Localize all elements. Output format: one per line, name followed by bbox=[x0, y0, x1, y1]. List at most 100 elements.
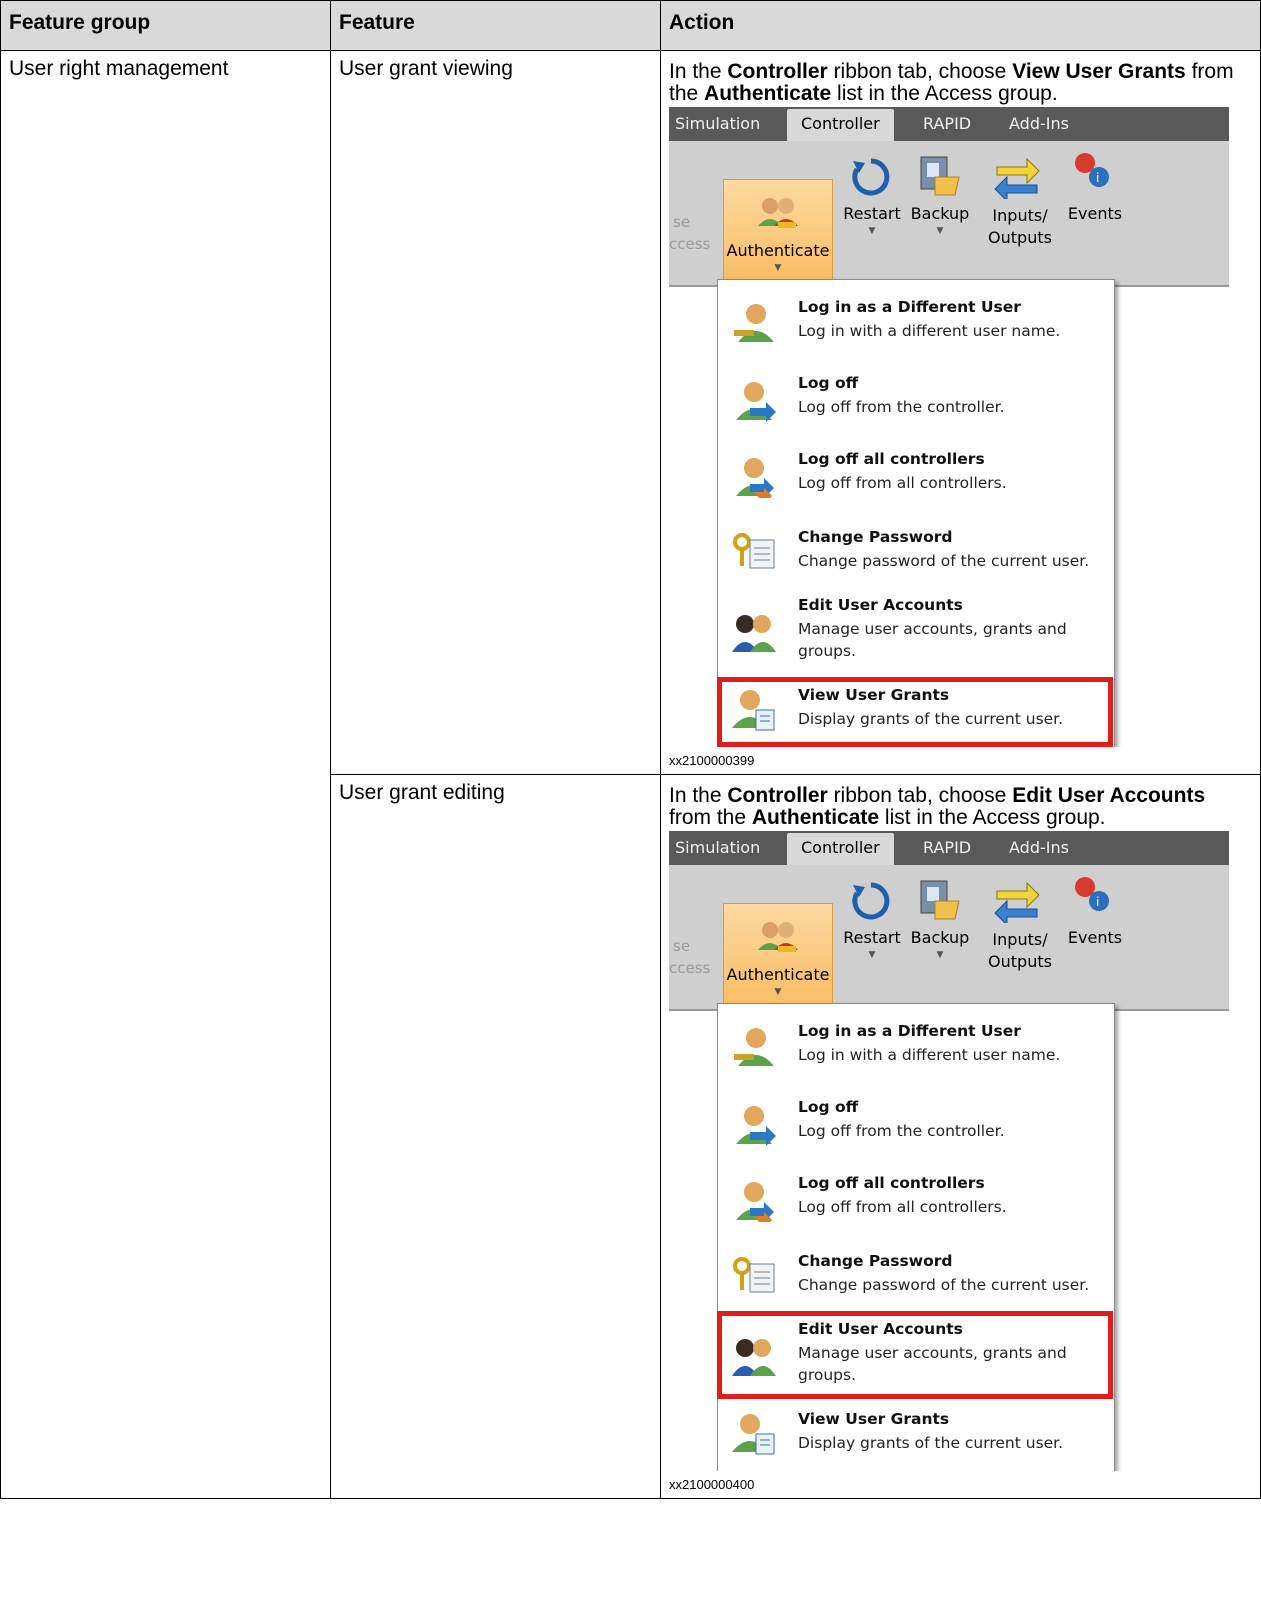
backup-icon bbox=[920, 880, 960, 920]
keys-password-icon bbox=[733, 1257, 775, 1293]
menu-item-log-off[interactable]: Log off Log off from the controller. bbox=[718, 1094, 1114, 1158]
menu-item-title: Log off all controllers bbox=[798, 1174, 985, 1192]
menu-item-change-password[interactable]: Change Password Change password of the c… bbox=[718, 1248, 1114, 1312]
feature-group-cell: User right management bbox=[0, 50, 331, 1499]
restart-icon bbox=[852, 158, 890, 196]
feature-cell: User grant editing bbox=[330, 774, 661, 1499]
restart-label: Restart bbox=[843, 928, 901, 947]
restart-icon bbox=[852, 882, 890, 920]
chevron-down-icon: ▼ bbox=[868, 950, 876, 960]
inputs-outputs-label: Outputs bbox=[988, 952, 1052, 971]
user-logoff-all-icon bbox=[736, 1182, 774, 1222]
menu-item-desc: Change password of the current user. bbox=[798, 1276, 1090, 1294]
action-cell: In the Controller ribbon tab, choose Vie… bbox=[660, 50, 1261, 775]
menu-item-title: Change Password bbox=[798, 528, 953, 546]
table-row: User right management User grant viewing… bbox=[0, 50, 1261, 1499]
restart-label: Restart bbox=[843, 204, 901, 223]
ribbon-tab-bar: Simulation Controller RAPID Add-Ins bbox=[669, 107, 1229, 141]
highlight-box bbox=[717, 677, 1113, 747]
tab-controller[interactable]: Controller bbox=[787, 833, 894, 865]
ribbon-panel: se ccess Authenticate ▼ Restart ▼ Backup… bbox=[669, 865, 1229, 1041]
menu-item-desc: Manage user accounts, grants and groups. bbox=[798, 620, 1067, 660]
events-label: Events bbox=[1067, 204, 1123, 223]
menu-item-desc: Change password of the current user. bbox=[798, 552, 1090, 570]
feature-table: Feature group Feature Action User right … bbox=[0, 0, 1261, 1499]
backup-icon bbox=[920, 156, 960, 196]
action-text: In the Controller ribbon tab, choose Edi… bbox=[669, 784, 1206, 829]
svg-text:i: i bbox=[1096, 895, 1099, 909]
inputs-outputs-icon bbox=[994, 881, 1040, 923]
menu-item-log-off-all[interactable]: Log off all controllers Log off from all… bbox=[718, 1170, 1114, 1234]
figure-id: xx2100000400 bbox=[669, 1477, 755, 1492]
tab-rapid[interactable]: RAPID bbox=[923, 109, 971, 141]
chevron-down-icon: ▼ bbox=[774, 987, 782, 997]
menu-item-title: Log in as a Different User bbox=[798, 1022, 1021, 1040]
user-logoff-icon bbox=[736, 382, 776, 422]
events-label: Events bbox=[1067, 928, 1123, 947]
tab-add-ins[interactable]: Add-Ins bbox=[1009, 109, 1069, 141]
authenticate-label: Authenticate bbox=[726, 965, 830, 984]
faded-label: se bbox=[673, 213, 691, 231]
menu-item-desc: Log off from the controller. bbox=[798, 1122, 1005, 1140]
events-icon: i bbox=[1075, 877, 1109, 911]
users-key-icon bbox=[758, 922, 798, 952]
menu-item-log-in-different-user[interactable]: Log in as a Different User Log in with a… bbox=[718, 294, 1114, 358]
menu-item-desc: Log in with a different user name. bbox=[798, 322, 1061, 340]
user-key-icon bbox=[734, 1028, 774, 1066]
user-logoff-icon bbox=[736, 1106, 776, 1146]
inputs-outputs-icon bbox=[994, 157, 1040, 199]
svg-text:i: i bbox=[1096, 171, 1099, 185]
action-text: In the Controller ribbon tab, choose Vie… bbox=[669, 60, 1234, 105]
events-icon: i bbox=[1075, 153, 1109, 187]
menu-item-desc: Log off from all controllers. bbox=[798, 1198, 1007, 1216]
tab-controller[interactable]: Controller bbox=[787, 109, 894, 141]
tab-simulation[interactable]: Simulation bbox=[675, 833, 760, 865]
backup-label: Backup bbox=[910, 928, 970, 947]
inputs-outputs-label: Outputs bbox=[988, 228, 1052, 247]
menu-item-title: Log off bbox=[798, 374, 859, 392]
menu-item-view-user-grants[interactable]: View User Grants Display grants of the c… bbox=[718, 1406, 1114, 1466]
ribbon-tab-bar: Simulation Controller RAPID Add-Ins bbox=[669, 831, 1229, 865]
menu-item-desc: Log in with a different user name. bbox=[798, 1046, 1061, 1064]
menu-item-log-in-different-user[interactable]: Log in as a Different User Log in with a… bbox=[718, 1018, 1114, 1082]
highlight-box bbox=[717, 1311, 1113, 1399]
backup-label: Backup bbox=[910, 204, 970, 223]
table-header-row: Feature group Feature Action bbox=[0, 0, 1261, 51]
chevron-down-icon: ▼ bbox=[936, 950, 944, 960]
chevron-down-icon: ▼ bbox=[936, 226, 944, 236]
user-key-icon bbox=[734, 304, 774, 342]
menu-item-title: Log off bbox=[798, 1098, 859, 1116]
keys-password-icon bbox=[733, 533, 775, 569]
tab-simulation[interactable]: Simulation bbox=[675, 109, 760, 141]
inputs-outputs-label: Inputs/ bbox=[992, 206, 1048, 225]
menu-item-log-off[interactable]: Log off Log off from the controller. bbox=[718, 370, 1114, 434]
tab-rapid[interactable]: RAPID bbox=[923, 833, 971, 865]
faded-label: ccess bbox=[669, 959, 711, 977]
ribbon-panel: se ccess Authenticate ▼ Restart ▼ Backup… bbox=[669, 141, 1229, 317]
menu-item-title: View User Grants bbox=[798, 1410, 950, 1428]
action-cell: In the Controller ribbon tab, choose Edi… bbox=[660, 774, 1261, 1499]
chevron-down-icon: ▼ bbox=[774, 263, 782, 273]
user-logoff-all-icon bbox=[736, 458, 774, 498]
menu-item-change-password[interactable]: Change Password Change password of the c… bbox=[718, 524, 1114, 588]
faded-label: se bbox=[673, 937, 691, 955]
menu-item-desc: Display grants of the current user. bbox=[798, 1434, 1064, 1452]
ribbon-screenshot: Simulation Controller RAPID Add-Ins se c… bbox=[669, 831, 1229, 1471]
users-key-icon bbox=[758, 198, 798, 228]
header-feature: Feature bbox=[330, 0, 661, 51]
feature-cell: User grant viewing bbox=[330, 50, 661, 775]
header-action: Action bbox=[660, 0, 1261, 51]
ribbon-screenshot: Simulation Controller RAPID Add-Ins se c… bbox=[669, 107, 1229, 747]
menu-item-title: Change Password bbox=[798, 1252, 953, 1270]
menu-item-title: Log in as a Different User bbox=[798, 298, 1021, 316]
menu-item-title: Log off all controllers bbox=[798, 450, 985, 468]
authenticate-label: Authenticate bbox=[726, 241, 830, 260]
tab-add-ins[interactable]: Add-Ins bbox=[1009, 833, 1069, 865]
menu-item-title: Edit User Accounts bbox=[798, 596, 963, 614]
menu-item-edit-user-accounts[interactable]: Edit User Accounts Manage user accounts,… bbox=[718, 592, 1114, 676]
header-feature-group: Feature group bbox=[0, 0, 331, 51]
menu-item-desc: Log off from the controller. bbox=[798, 398, 1005, 416]
menu-item-log-off-all[interactable]: Log off all controllers Log off from all… bbox=[718, 446, 1114, 510]
user-grants-icon bbox=[732, 1414, 775, 1455]
figure-id: xx2100000399 bbox=[669, 753, 755, 768]
